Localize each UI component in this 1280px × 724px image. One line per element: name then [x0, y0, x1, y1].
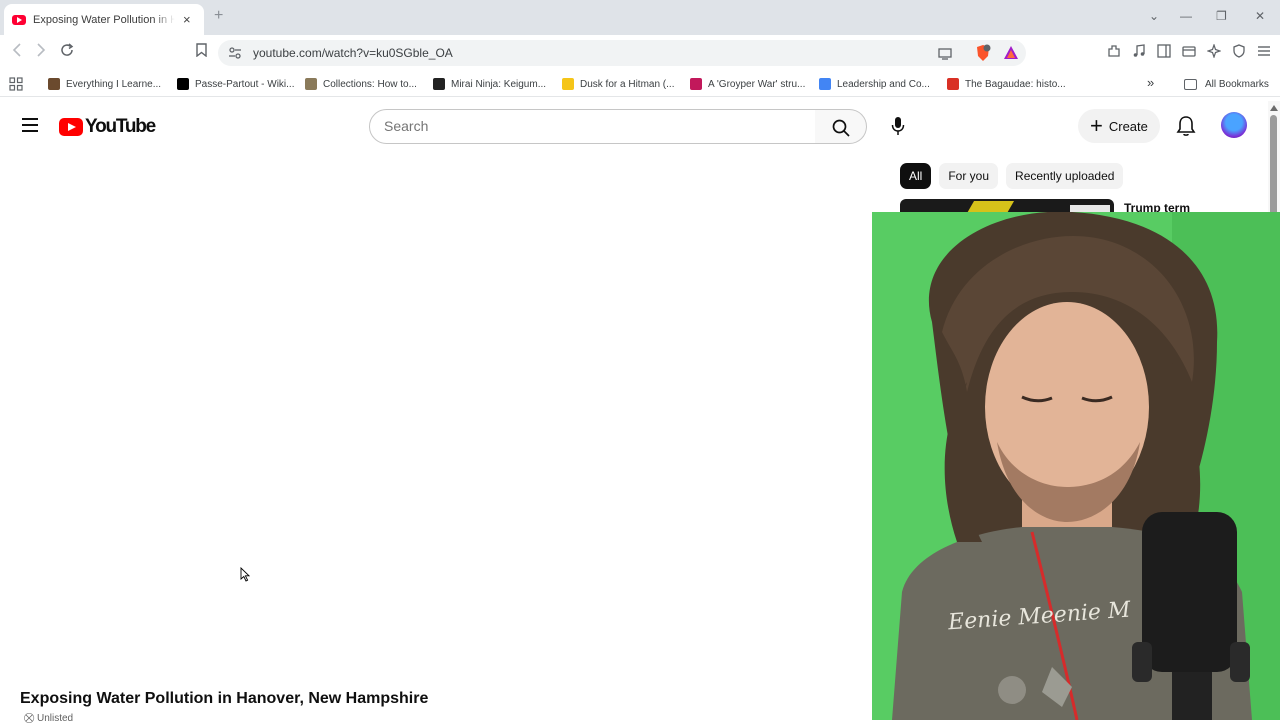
bookmark-label: Leadership and Co...: [837, 78, 930, 90]
browser-tabstrip: Exposing Water Pollution in Hanover, New…: [0, 0, 1280, 35]
webcam-overlay: Eenie Meenie M: [872, 212, 1280, 720]
brave-rewards-icon[interactable]: [1003, 45, 1019, 66]
tab-title: Exposing Water Pollution in Hanover, New…: [33, 13, 175, 26]
bookmark-item[interactable]: The Bagaudae: histo...: [947, 76, 1066, 92]
flame-icon: [947, 78, 959, 90]
all-bookmarks-button[interactable]: All Bookmarks: [1184, 76, 1269, 92]
bookmark-item[interactable]: Collections: How to...: [305, 76, 417, 92]
chip-all[interactable]: All: [900, 163, 932, 189]
minimize-button[interactable]: —: [1180, 9, 1192, 23]
wallet-icon[interactable]: [1182, 44, 1196, 58]
chip-recently-uploaded[interactable]: Recently uploaded: [1006, 163, 1124, 189]
apps-grid-icon[interactable]: [9, 77, 23, 96]
cast-icon[interactable]: [938, 47, 952, 65]
google-icon: [819, 78, 831, 90]
image-bookmark-icon: [305, 78, 317, 90]
extensions-icon[interactable]: [1107, 44, 1121, 58]
create-label: Create: [1108, 118, 1148, 134]
video-title: Exposing Water Pollution in Hanover, New…: [20, 690, 429, 707]
microphone-icon: [891, 117, 905, 135]
search-button[interactable]: [815, 109, 867, 144]
bookmark-page-icon[interactable]: [196, 43, 207, 61]
video-player[interactable]: [0, 151, 872, 681]
folder-icon: [1184, 78, 1197, 90]
bookmark-item[interactable]: Passe-Partout - Wiki...: [177, 76, 294, 92]
restore-button[interactable]: ❐: [1216, 9, 1227, 23]
forward-button[interactable]: [35, 43, 47, 61]
bookmark-item[interactable]: Leadership and Co...: [819, 76, 930, 92]
chip-for-you[interactable]: For you: [939, 163, 999, 189]
unlisted-label: Unlisted: [36, 713, 74, 724]
tab-search-icon[interactable]: ⌄: [1149, 9, 1159, 23]
isd-icon: [690, 78, 702, 90]
bookmark-label: Passe-Partout - Wiki...: [195, 78, 295, 90]
bookmark-item[interactable]: A 'Groyper War' stru...: [690, 76, 805, 92]
menu-icon[interactable]: [1257, 44, 1271, 58]
bookmark-label: Mirai Ninja: Keigum...: [451, 78, 547, 90]
media-icon[interactable]: [1132, 44, 1146, 58]
unlisted-badge: ⛒ Unlisted: [24, 713, 73, 724]
bookmark-item[interactable]: Dusk for a Hitman (...: [562, 76, 674, 92]
bookmark-label: Everything I Learne...: [66, 78, 162, 90]
bookmark-label: Collections: How to...: [323, 78, 417, 90]
more-bookmarks-button[interactable]: »: [1147, 74, 1154, 90]
bookmark-label: A 'Groyper War' stru...: [708, 78, 806, 90]
browser-toolbar: youtube.com/watch?v=ku0SGble_OA: [0, 35, 1280, 71]
bookmark-item[interactable]: Everything I Learne...: [48, 76, 161, 92]
brave-shield-icon[interactable]: [975, 44, 991, 67]
notifications-bell-icon[interactable]: [1176, 115, 1196, 137]
bookmarks-bar: Everything I Learne... Passe-Partout - Wi…: [0, 71, 1280, 97]
youtube-play-logo-icon: [59, 118, 83, 136]
guide-menu-icon[interactable]: [22, 118, 38, 132]
scroll-up-arrow-icon[interactable]: [1270, 105, 1278, 111]
sidebar-icon[interactable]: [1157, 44, 1171, 58]
all-bookmarks-label: All Bookmarks: [1205, 78, 1269, 90]
mouse-cursor-icon: [240, 567, 250, 582]
youtube-logo-text: YouTube: [85, 116, 156, 137]
tab-close-icon[interactable]: ×: [183, 13, 191, 26]
create-button[interactable]: + Create: [1078, 109, 1160, 143]
imdb-icon: [562, 78, 574, 90]
url-text: youtube.com/watch?v=ku0SGble_OA: [253, 46, 453, 60]
bookmark-item[interactable]: Mirai Ninja: Keigum...: [433, 76, 546, 92]
recommendation-thumbnail[interactable]: [900, 199, 1114, 213]
museum-icon: [433, 78, 445, 90]
search-box[interactable]: [369, 109, 816, 144]
plus-icon: +: [1090, 113, 1103, 138]
browser-tab-active[interactable]: Exposing Water Pollution in Hanover, New…: [4, 4, 204, 35]
bookmark-label: The Bagaudae: histo...: [965, 78, 1066, 90]
account-avatar[interactable]: [1221, 112, 1247, 138]
youtube-masthead: YouTube + Create: [0, 101, 1268, 151]
back-button[interactable]: [11, 43, 23, 61]
lock-icon: ⛒: [24, 713, 37, 724]
webcam-person-illustration: [872, 212, 1280, 720]
leo-ai-icon[interactable]: [1206, 43, 1222, 59]
address-bar[interactable]: youtube.com/watch?v=ku0SGble_OA: [218, 40, 1026, 66]
bookmark-label: Dusk for a Hitman (...: [580, 78, 675, 90]
related-filter-chips: All For you Recently uploaded: [900, 163, 1124, 189]
search-icon: [832, 119, 850, 137]
youtube-logo[interactable]: YouTube: [59, 116, 156, 138]
voice-search-button[interactable]: [880, 109, 916, 144]
vpn-icon[interactable]: [1232, 44, 1246, 58]
search-input[interactable]: [384, 118, 804, 134]
image-bookmark-icon: [48, 78, 60, 90]
site-settings-icon[interactable]: [228, 46, 242, 65]
youtube-favicon-icon: [12, 14, 26, 25]
wikipedia-icon: [177, 78, 189, 90]
reload-button[interactable]: [60, 43, 74, 61]
close-window-button[interactable]: ✕: [1255, 9, 1265, 23]
new-tab-button[interactable]: +: [214, 7, 223, 25]
